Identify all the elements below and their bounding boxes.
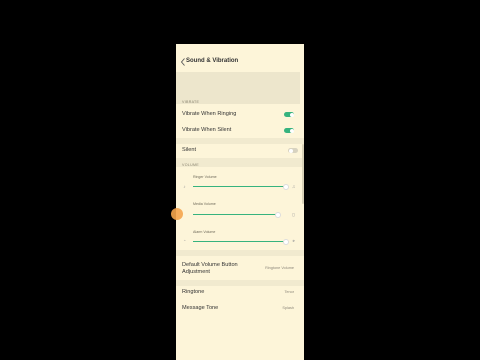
ringer-volume-label: Ringer Volume — [193, 175, 217, 179]
ringer-volume-thumb[interactable] — [283, 183, 289, 190]
alarm-volume-label: Alarm Volume — [193, 230, 216, 234]
default-volume-value: Ringtone Volume — [265, 266, 294, 270]
media-volume-label: Media Volume — [193, 202, 216, 206]
alarm-low-icon: ◔ — [183, 238, 186, 243]
vibrate-section-label: VIBRATE — [182, 100, 200, 104]
ringer-low-icon: ♪ — [183, 184, 186, 189]
alarm-volume-slider[interactable] — [193, 241, 287, 242]
media-volume-slider[interactable] — [193, 214, 277, 215]
media-volume-thumb[interactable] — [275, 211, 281, 218]
message-tone-label: Message Tone — [182, 305, 219, 311]
vibrate-when-ringing-label: Vibrate When Ringing — [182, 111, 237, 117]
ringtone-value: Tenor — [284, 290, 295, 294]
alarm-high-icon: ◕ — [292, 238, 295, 243]
default-volume-label-line1: Default Volume Button — [182, 262, 238, 268]
silent-label: Silent — [182, 147, 196, 153]
silent-toggle[interactable] — [288, 148, 298, 153]
ringer-high-icon: ♫ — [291, 184, 296, 189]
ringer-volume-slider[interactable] — [193, 186, 287, 187]
section-divider — [176, 250, 304, 256]
scrollbar[interactable] — [302, 144, 304, 204]
volume-section-label: VOLUME — [182, 163, 199, 167]
settings-screen: Sound & Vibration VIBRATE Vibrate When R… — [176, 44, 304, 360]
vibrate-when-silent-label: Vibrate When Silent — [182, 127, 232, 133]
alarm-volume-thumb[interactable] — [283, 238, 289, 245]
section-divider — [176, 280, 304, 286]
page-title: Sound & Vibration — [186, 58, 239, 64]
ringtone-label: Ringtone — [182, 289, 205, 295]
section-divider — [176, 138, 304, 144]
default-volume-label-line2: Adjustment — [182, 269, 210, 275]
touch-indicator — [171, 208, 183, 220]
message-tone-value: Splash — [282, 306, 294, 310]
vibrate-when-silent-toggle[interactable] — [284, 128, 294, 133]
vibrate-when-ringing-toggle[interactable] — [284, 112, 294, 117]
media-high-icon: ▯ — [292, 212, 295, 217]
